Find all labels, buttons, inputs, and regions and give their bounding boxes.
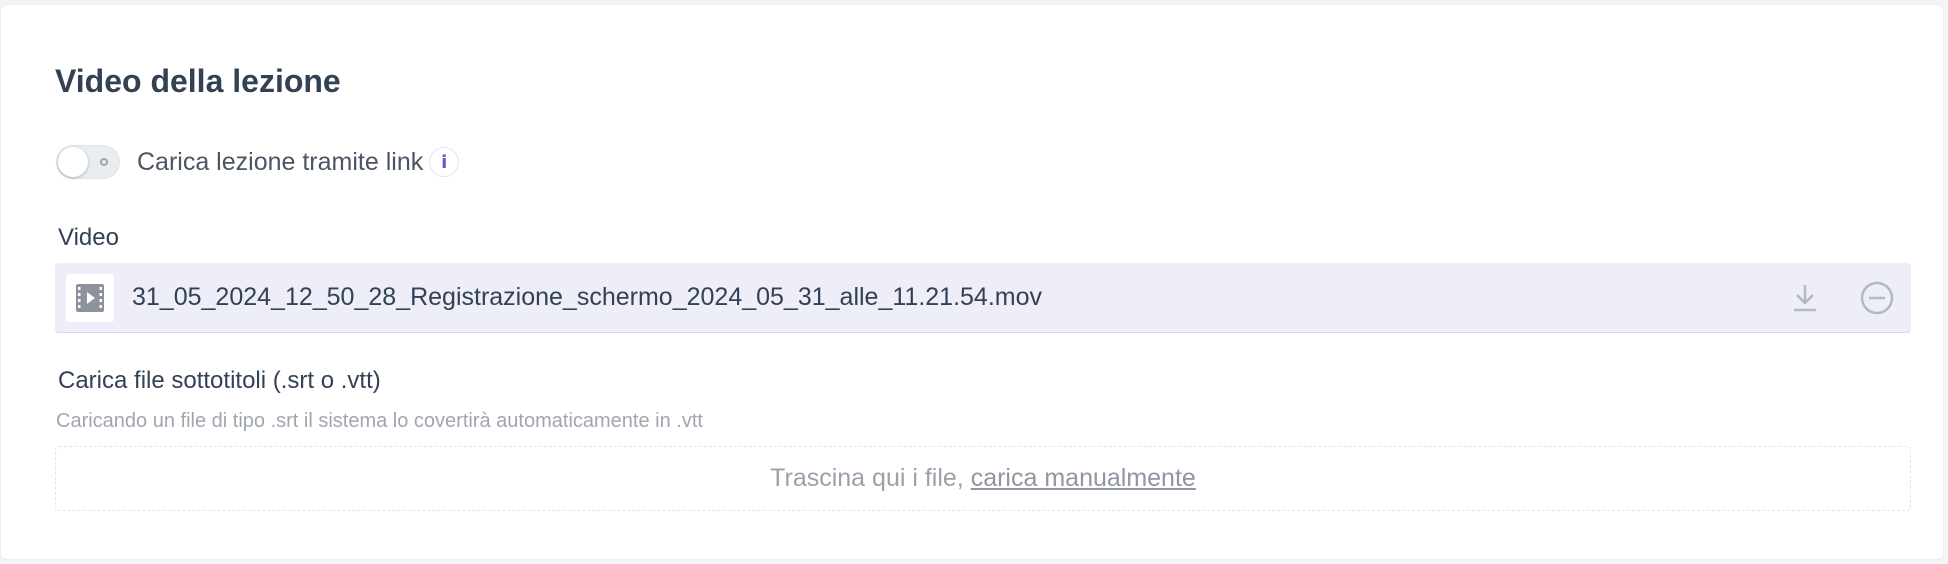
toggle-knob — [58, 147, 88, 177]
remove-icon[interactable] — [1855, 276, 1899, 320]
video-file-name: 31_05_2024_12_50_28_Registrazione_scherm… — [132, 283, 1042, 311]
link-toggle-row: Carica lezione tramite link i — [56, 144, 460, 180]
lesson-video-card: Video della lezione Carica lezione trami… — [0, 4, 1944, 560]
subtitles-dropzone[interactable]: Trascina qui i file, carica manualmente — [55, 446, 1911, 511]
upload-manually-link[interactable]: carica manualmente — [971, 464, 1196, 493]
upload-via-link-label: Carica lezione tramite link — [137, 147, 424, 176]
toggle-off-indicator-icon — [100, 158, 108, 166]
upload-via-link-toggle[interactable] — [56, 145, 120, 179]
video-field-label: Video — [58, 224, 119, 251]
uploaded-video-file: 31_05_2024_12_50_28_Registrazione_scherm… — [55, 263, 1911, 333]
download-icon[interactable] — [1783, 276, 1827, 320]
subtitles-hint: Caricando un file di tipo .srt il sistem… — [56, 410, 703, 432]
subtitles-field-label: Carica file sottotitoli (.srt o .vtt) — [58, 367, 381, 394]
section-title: Video della lezione — [55, 63, 341, 99]
video-file-icon — [66, 273, 114, 322]
dropzone-text: Trascina qui i file, — [770, 464, 971, 492]
info-icon[interactable]: i — [429, 147, 460, 177]
